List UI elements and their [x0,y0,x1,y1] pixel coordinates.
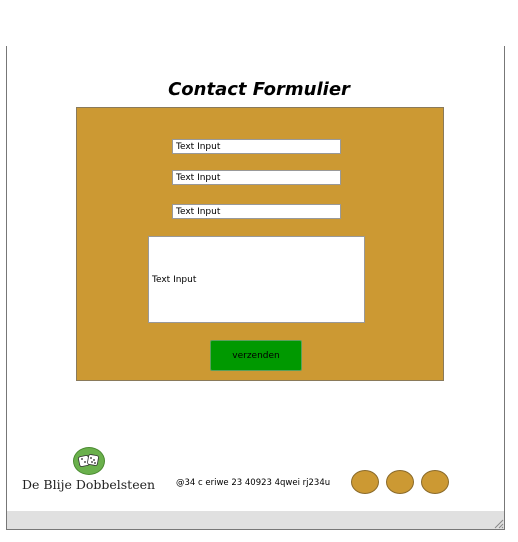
social-icon-1[interactable] [351,470,379,494]
resize-grip-icon[interactable] [492,517,504,529]
footer-address: @34 c eriwe 23 40923 4qwei rj234u [176,478,331,488]
submit-button[interactable]: verzenden [210,340,302,371]
message-textarea-label: Text Input [152,274,197,285]
social-icon-2[interactable] [386,470,414,494]
social-icon-3[interactable] [421,470,449,494]
dice-icon [78,454,99,467]
text-input-3[interactable]: Text Input [172,204,341,219]
page-title: Contact Formulier [168,79,350,100]
status-bar [7,511,504,529]
message-textarea[interactable]: Text Input [148,236,365,323]
brand-name: De Blije Dobbelsteen [22,477,156,492]
text-input-2[interactable]: Text Input [172,170,341,185]
dice-logo-icon [73,447,105,475]
text-input-1[interactable]: Text Input [172,139,341,154]
